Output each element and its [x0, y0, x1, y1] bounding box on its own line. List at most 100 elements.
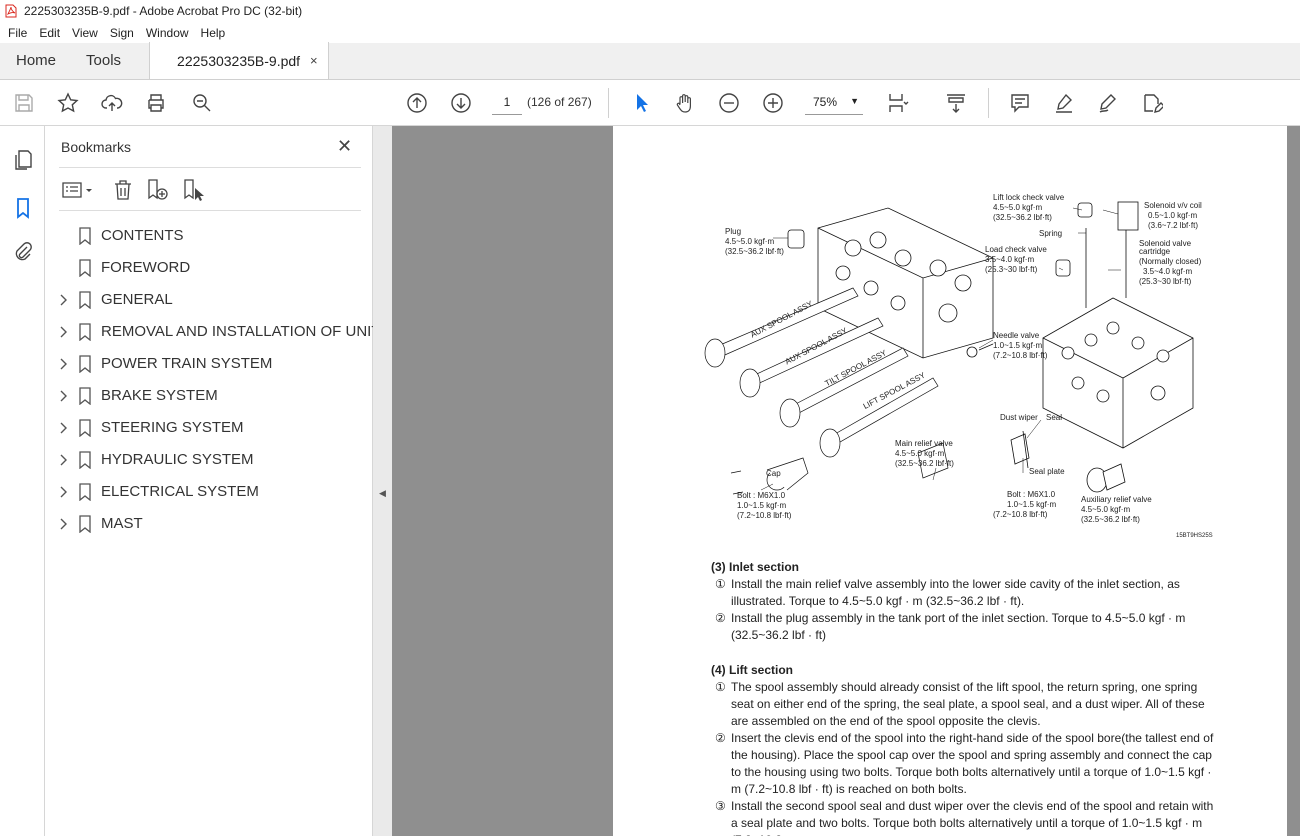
menu-bar: File Edit View Sign Window Help: [0, 22, 1300, 43]
bookmark-item[interactable]: MAST: [45, 508, 373, 540]
label-lift-lock-3: (32.5~36.2 lbf·ft): [993, 213, 1052, 222]
bookmark-item[interactable]: GENERAL: [45, 284, 373, 316]
close-icon[interactable]: ✕: [337, 136, 352, 157]
zoom-select[interactable]: 75% ▼: [805, 89, 863, 115]
chevron-right-icon[interactable]: [59, 389, 69, 403]
bookmark-label: GENERAL: [101, 291, 173, 308]
valve-block-drawing: [787, 207, 994, 359]
highlight-pen-icon[interactable]: [1052, 91, 1076, 115]
label-cartridge-2: cartridge: [1139, 247, 1171, 256]
label-bolt-left-2: 1.0~1.5 kgf·m: [737, 501, 786, 510]
comment-icon[interactable]: [1008, 91, 1032, 115]
attachment-icon[interactable]: [11, 240, 35, 264]
bookmark-item[interactable]: FOREWORD: [45, 252, 373, 284]
bookmark-list: CONTENTS FOREWORD GENERAL REMOVAL AND INSTA…: [45, 220, 381, 540]
label-bolt-right-1: Bolt : M6X1.0: [1007, 490, 1056, 499]
chevron-right-icon[interactable]: [59, 357, 69, 371]
label-bolt-right-2: 1.0~1.5 kgf·m: [1007, 500, 1056, 509]
label-load-check-2: 3.5~4.0 kgf·m: [985, 255, 1034, 264]
zoom-in-icon[interactable]: [761, 91, 785, 115]
bookmark-options-icon[interactable]: [61, 178, 95, 202]
bookmark-item[interactable]: BRAKE SYSTEM: [45, 380, 373, 412]
bookmark-item[interactable]: HYDRAULIC SYSTEM: [45, 444, 373, 476]
tab-home[interactable]: Home: [0, 42, 56, 79]
chevron-right-icon[interactable]: [59, 517, 69, 531]
menu-file[interactable]: File: [2, 26, 33, 40]
draw-sign-icon[interactable]: [1096, 91, 1120, 115]
print-icon[interactable]: [144, 91, 168, 115]
menu-sign[interactable]: Sign: [104, 26, 140, 40]
bookmark-item[interactable]: REMOVAL AND INSTALLATION OF UNIT: [45, 316, 381, 348]
menu-edit[interactable]: Edit: [33, 26, 66, 40]
bookmark-label: FOREWORD: [101, 259, 191, 276]
bookmark-panel-icon[interactable]: [11, 196, 35, 220]
bookmark-label: POWER TRAIN SYSTEM: [101, 355, 273, 372]
delete-icon[interactable]: [111, 178, 135, 202]
navigation-rail: [0, 126, 45, 836]
pdf-app-icon: [4, 4, 18, 18]
fill-sign-icon[interactable]: [1140, 91, 1164, 115]
bookmark-item[interactable]: CONTENTS: [45, 220, 373, 252]
bookmarks-panel: Bookmarks ✕ CONTENTS FOREWORD GENERAL REMOV…: [45, 126, 381, 836]
chevron-right-icon[interactable]: [59, 453, 69, 467]
tab-tools[interactable]: Tools: [56, 42, 121, 79]
page-number-input[interactable]: 1: [492, 89, 522, 115]
tab-close-icon[interactable]: ×: [310, 53, 318, 68]
window-title: 2225303235B-9.pdf - Adobe Acrobat Pro DC…: [24, 4, 303, 18]
chevron-right-icon[interactable]: [59, 485, 69, 499]
bookmark-item[interactable]: STEERING SYSTEM: [45, 412, 373, 444]
label-plug-3: (32.5~36.2 lbf·ft): [725, 247, 784, 256]
bookmark-icon: [78, 227, 92, 246]
label-load-check-3: (25.3~30 lbf·ft): [985, 265, 1038, 274]
inlet-para-1: ① Install the main relief valve assembly…: [711, 576, 1219, 610]
bookmark-icon: [78, 483, 92, 502]
bookmark-label: BRAKE SYSTEM: [101, 387, 218, 404]
bookmark-from-selection-icon[interactable]: [181, 178, 205, 202]
menu-help[interactable]: Help: [195, 26, 232, 40]
collapse-panel-icon[interactable]: ◀: [379, 488, 386, 499]
upload-cloud-icon[interactable]: [100, 91, 124, 115]
label-cartridge-5: (25.3~30 lbf·ft): [1139, 277, 1192, 286]
label-coil-3: (3.6~7.2 lbf·ft): [1148, 221, 1198, 230]
save-icon[interactable]: [12, 91, 36, 115]
hand-tool-icon[interactable]: [673, 91, 697, 115]
label-plug-1: Plug: [725, 227, 741, 236]
title-bar: 2225303235B-9.pdf - Adobe Acrobat Pro DC…: [0, 0, 1300, 22]
chevron-right-icon[interactable]: [59, 325, 69, 339]
label-needle-3: (7.2~10.8 lbf·ft): [993, 351, 1048, 360]
bookmark-item[interactable]: POWER TRAIN SYSTEM: [45, 348, 373, 380]
figure-id: 15BT9HS25S: [1176, 533, 1213, 539]
tab-document-label: 2225303235B-9.pdf: [177, 52, 301, 69]
document-viewport[interactable]: AUX SPOOL ASSY AUX SPOOL ASSY TILT SPOOL…: [392, 126, 1300, 836]
inlet-heading: (3) Inlet section: [711, 560, 800, 574]
page-display-icon[interactable]: [886, 91, 910, 115]
chevron-right-icon[interactable]: [59, 293, 69, 307]
chevron-right-icon[interactable]: [59, 421, 69, 435]
lift-heading: (4) Lift section: [711, 663, 794, 677]
menu-view[interactable]: View: [66, 26, 104, 40]
bookmark-label: STEERING SYSTEM: [101, 419, 244, 436]
select-cursor-icon[interactable]: [630, 91, 654, 115]
menu-window[interactable]: Window: [140, 26, 195, 40]
toolbar-separator: [988, 88, 989, 118]
next-page-icon[interactable]: [449, 91, 473, 115]
zoom-out-icon[interactable]: [717, 91, 741, 115]
bookmark-item[interactable]: ELECTRICAL SYSTEM: [45, 476, 373, 508]
tab-document[interactable]: 2225303235B-9.pdf ×: [149, 42, 329, 79]
star-icon[interactable]: [56, 91, 80, 115]
inlet-section: (3) Inlet section ① Install the main rel…: [711, 559, 1219, 644]
panel-splitter[interactable]: ◀: [373, 126, 392, 836]
new-bookmark-icon[interactable]: [145, 178, 169, 202]
label-plug-2: 4.5~5.0 kgf·m: [725, 237, 774, 246]
bookmark-label: ELECTRICAL SYSTEM: [101, 483, 259, 500]
lift-para-3: ③ Install the second spool seal and dust…: [711, 798, 1219, 836]
page-count: (126 of 267): [527, 95, 592, 109]
pages-thumbnail-icon[interactable]: [11, 148, 35, 172]
zoom-search-icon[interactable]: [190, 91, 214, 115]
bookmark-label: CONTENTS: [101, 227, 184, 244]
previous-page-icon[interactable]: [405, 91, 429, 115]
divider: [59, 167, 361, 168]
scroll-mode-icon[interactable]: [944, 91, 968, 115]
label-cartridge-4: 3.5~4.0 kgf·m: [1143, 267, 1192, 276]
para-number: ③: [715, 799, 726, 813]
